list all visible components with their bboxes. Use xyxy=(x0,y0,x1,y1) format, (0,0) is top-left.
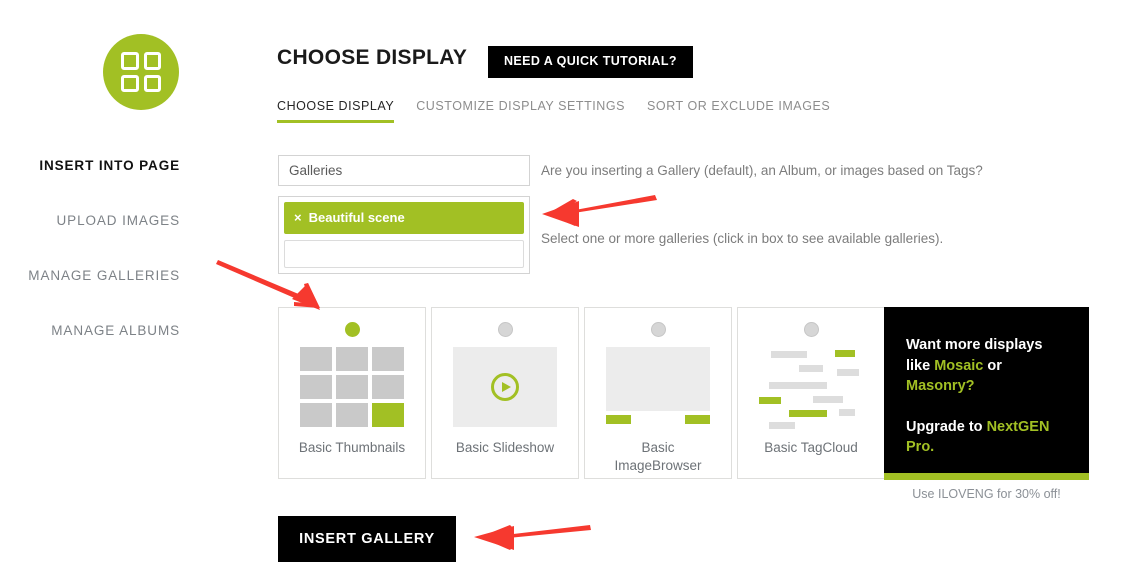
upgrade-promo-panel[interactable]: Want more displays like Mosaic or Masonr… xyxy=(884,307,1089,473)
remove-tag-icon[interactable]: × xyxy=(294,210,302,225)
sidebar: INSERT INTO PAGE UPLOAD IMAGES MANAGE GA… xyxy=(0,158,180,378)
four-squares-grid-icon xyxy=(121,52,161,92)
gallery-tag-label: Beautiful scene xyxy=(308,210,405,225)
gallery-tag-chip[interactable]: × Beautiful scene xyxy=(284,202,524,234)
promo-line-1: Want more displays like Mosaic or Masonr… xyxy=(906,337,1043,395)
logo-cell xyxy=(121,74,139,92)
grid-thumbnail-preview xyxy=(300,347,404,427)
promo-coupon-note: Use ILOVENG for 30% off! xyxy=(912,487,1061,501)
sidebar-item-upload-images[interactable]: UPLOAD IMAGES xyxy=(0,213,180,228)
tab-customize-display-settings[interactable]: CUSTOMIZE DISPLAY SETTINGS xyxy=(416,99,625,120)
display-card-label: Basic Thumbnails xyxy=(298,440,406,455)
gallery-select-box[interactable]: × Beautiful scene xyxy=(278,196,530,274)
promo-masonry-link[interactable]: Masonry? xyxy=(906,378,975,394)
display-card-label: Basic ImageBrowser xyxy=(614,440,702,474)
display-card-basic-tagcloud[interactable]: Basic TagCloud xyxy=(737,307,885,479)
imagebrowser-preview xyxy=(606,347,710,427)
display-step-tabs: CHOOSE DISPLAY CUSTOMIZE DISPLAY SETTING… xyxy=(277,99,830,123)
annotation-arrow-to-insert-button xyxy=(474,525,591,550)
insert-gallery-button[interactable]: INSERT GALLERY xyxy=(278,516,456,562)
display-card-basic-imagebrowser[interactable]: Basic ImageBrowser xyxy=(584,307,732,479)
gallery-search-input[interactable] xyxy=(284,240,524,268)
annotation-arrow-to-gallery-tag xyxy=(542,195,657,227)
nextgen-logo xyxy=(103,34,179,110)
tutorial-button[interactable]: NEED A QUICK TUTORIAL? xyxy=(488,46,693,78)
logo-cell xyxy=(143,52,161,70)
page-title: CHOOSE DISPLAY xyxy=(277,46,468,69)
sidebar-item-manage-albums[interactable]: MANAGE ALBUMS xyxy=(0,323,180,338)
logo-cell xyxy=(121,52,139,70)
radio-basic-slideshow[interactable] xyxy=(497,322,513,337)
help-text-source: Are you inserting a Gallery (default), a… xyxy=(541,163,983,178)
play-icon xyxy=(491,373,519,401)
sidebar-item-manage-galleries[interactable]: MANAGE GALLERIES xyxy=(0,268,180,283)
source-type-select[interactable]: Galleries xyxy=(278,155,530,186)
tab-choose-display[interactable]: CHOOSE DISPLAY xyxy=(277,99,395,123)
radio-basic-imagebrowser[interactable] xyxy=(650,322,666,337)
promo-accent-bar xyxy=(884,473,1089,480)
promo-line-2: Upgrade to NextGEN Pro. xyxy=(906,418,1050,456)
radio-basic-thumbnails[interactable] xyxy=(344,322,360,337)
display-card-label: Basic Slideshow xyxy=(455,440,555,455)
tab-sort-or-exclude-images[interactable]: SORT OR EXCLUDE IMAGES xyxy=(647,99,830,120)
help-text-galleries: Select one or more galleries (click in b… xyxy=(541,231,944,246)
radio-basic-tagcloud[interactable] xyxy=(803,322,819,337)
display-card-label: Basic TagCloud xyxy=(764,440,858,455)
tagcloud-preview xyxy=(759,347,863,429)
display-type-cards: Basic Thumbnails Basic Slideshow Basic Im… xyxy=(278,307,890,479)
sidebar-item-insert-into-page[interactable]: INSERT INTO PAGE xyxy=(0,158,180,173)
slideshow-preview xyxy=(453,347,557,427)
promo-mosaic-link[interactable]: Mosaic xyxy=(934,358,983,374)
display-card-basic-slideshow[interactable]: Basic Slideshow xyxy=(431,307,579,479)
logo-cell xyxy=(143,74,161,92)
display-card-basic-thumbnails[interactable]: Basic Thumbnails xyxy=(278,307,426,479)
